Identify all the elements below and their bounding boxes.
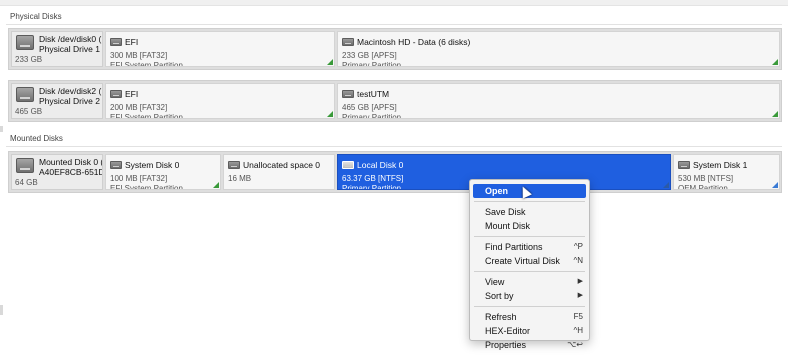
partition-name: EFI	[125, 37, 139, 47]
partition-cell[interactable]: Unallocated space 0 16 MB	[223, 154, 335, 190]
partition-cell[interactable]: testUTM 465 GB [APFS] Primary Partition	[337, 83, 780, 119]
hard-drive-icon	[16, 35, 34, 50]
partition-name: Unallocated space 0	[243, 160, 321, 170]
partition-cell[interactable]: EFI 200 MB [FAT32] EFI System Partition	[105, 83, 335, 119]
disk-guid-label: A40EF8CB-651D-	[39, 167, 103, 177]
menu-separator	[474, 306, 585, 307]
menu-item-properties[interactable]: Properties ⌥↩	[470, 338, 589, 352]
partition-size: 100 MB [FAT32]	[110, 174, 168, 183]
partition-size: 530 MB [NTFS]	[678, 174, 734, 183]
menu-item-find-partitions[interactable]: Find Partitions ^P	[470, 240, 589, 254]
partition-name: Macintosh HD - Data (6 disks)	[357, 37, 471, 47]
chevron-right-icon: ▶	[577, 278, 583, 285]
physical-disk-row: Disk /dev/disk2 ( Physical Drive 2 ( 465…	[8, 80, 782, 122]
fat-marker-icon	[213, 182, 219, 188]
partition-size: 465 GB [APFS]	[342, 103, 397, 112]
disk-cell[interactable]: Mounted Disk 0 ( A40EF8CB-651D- 64 GB Mo…	[11, 154, 103, 190]
hard-drive-icon	[342, 161, 354, 169]
shortcut-label: ⌥↩	[567, 340, 583, 349]
physical-divider	[6, 24, 782, 25]
context-menu: Open Save Disk Mount Disk Find Partition…	[469, 179, 590, 350]
partition-type: EFI System Partition	[110, 61, 183, 67]
hard-drive-icon	[16, 158, 34, 173]
hard-drive-icon	[16, 87, 34, 102]
disk-cell[interactable]: Disk /dev/disk0 ( Physical Drive 1 ( 233…	[11, 31, 103, 67]
mounted-disks-title: Mounted Disks	[10, 134, 63, 143]
chevron-right-icon: ▶	[577, 292, 583, 299]
partition-type: OEM Partition	[678, 184, 728, 190]
partition-cell[interactable]: System Disk 0 100 MB [FAT32] EFI System …	[105, 154, 221, 190]
disk-size: 64 GB	[15, 178, 38, 187]
menu-item-mount-disk[interactable]: Mount Disk	[470, 219, 589, 233]
menu-item-create-virtual-disk[interactable]: Create Virtual Disk ^N	[470, 254, 589, 268]
partition-cell[interactable]: System Disk 1 530 MB [NTFS] OEM Partitio…	[673, 154, 780, 190]
partition-type: EFI System Partition	[110, 113, 183, 119]
partition-name: EFI	[125, 89, 139, 99]
disk-type: Physical Disk	[15, 66, 99, 67]
shortcut-label: ^P	[573, 242, 583, 251]
partition-size: 300 MB [FAT32]	[110, 51, 168, 60]
apfs-marker-icon	[772, 59, 778, 65]
disk-type: Physical Disk	[15, 118, 99, 119]
disk-name: Disk /dev/disk0 (	[39, 34, 102, 44]
physical-disk-row: Disk /dev/disk0 ( Physical Drive 1 ( 233…	[8, 28, 782, 70]
partition-size: 233 GB [APFS]	[342, 51, 397, 60]
partition-type: Primary Partition	[342, 61, 402, 67]
menu-separator	[474, 236, 585, 237]
shortcut-label: F5	[573, 312, 583, 321]
disk-name: Mounted Disk 0 (	[39, 157, 103, 167]
fat-marker-icon	[327, 59, 333, 65]
hard-drive-icon	[110, 161, 122, 169]
hard-drive-icon	[678, 161, 690, 169]
hard-drive-icon	[110, 90, 122, 98]
menu-separator	[474, 201, 585, 202]
disk-name: Disk /dev/disk2 (	[39, 86, 102, 96]
partition-name: System Disk 0	[125, 160, 180, 170]
disk-drive-label: Physical Drive 2 (	[39, 96, 103, 106]
disk-drive-label: Physical Drive 1 (	[39, 44, 103, 54]
partition-type: Primary Partition	[342, 113, 402, 119]
hard-drive-icon	[110, 38, 122, 46]
window-top-strip	[0, 0, 788, 6]
partition-cell[interactable]: Macintosh HD - Data (6 disks) 233 GB [AP…	[337, 31, 780, 67]
menu-separator	[474, 271, 585, 272]
fat-marker-icon	[327, 111, 333, 117]
partition-size: 200 MB [FAT32]	[110, 103, 168, 112]
partition-size: 16 MB	[228, 174, 252, 183]
ntfs-marker-icon	[663, 182, 669, 188]
partition-name: testUTM	[357, 89, 390, 99]
partition-cell[interactable]: EFI 300 MB [FAT32] EFI System Partition	[105, 31, 335, 67]
menu-item-hex-editor[interactable]: HEX-Editor ^H	[470, 324, 589, 338]
partition-type: EFI System Partition	[110, 184, 183, 190]
physical-disks-title: Physical Disks	[10, 12, 62, 21]
partition-name: Local Disk 0	[357, 160, 404, 170]
apfs-marker-icon	[772, 111, 778, 117]
menu-item-sort-by[interactable]: Sort by ▶	[470, 289, 589, 303]
disk-size: 233 GB	[15, 55, 43, 64]
hard-drive-icon	[342, 90, 354, 98]
disk-cell[interactable]: Disk /dev/disk2 ( Physical Drive 2 ( 465…	[11, 83, 103, 119]
hard-drive-icon	[342, 38, 354, 46]
ntfs-marker-icon	[772, 182, 778, 188]
hard-drive-icon	[228, 161, 240, 169]
mounted-disk-row: Mounted Disk 0 ( A40EF8CB-651D- 64 GB Mo…	[8, 151, 782, 193]
menu-item-refresh[interactable]: Refresh F5	[470, 310, 589, 324]
shortcut-label: ^N	[573, 256, 583, 265]
left-edge-marker	[0, 305, 3, 315]
shortcut-label: ^H	[573, 326, 583, 335]
disk-size: 465 GB	[15, 107, 43, 116]
left-edge-marker	[0, 126, 3, 132]
disk-type: Mounted Physical Disk	[15, 189, 99, 190]
menu-item-save-disk[interactable]: Save Disk	[470, 205, 589, 219]
mounted-divider	[6, 146, 782, 147]
partition-name: System Disk 1	[693, 160, 748, 170]
menu-item-view[interactable]: View ▶	[470, 275, 589, 289]
